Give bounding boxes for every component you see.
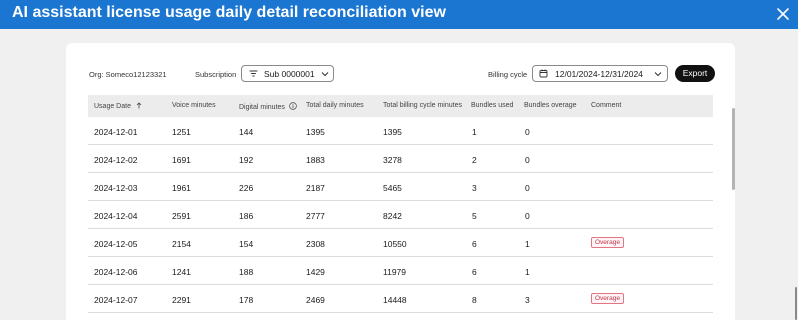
table-scrollbar[interactable] xyxy=(732,108,735,190)
table-row: 2024-12-02 1691 192 1883 3278 2 0 xyxy=(88,145,713,173)
cell-usage-date: 2024-12-02 xyxy=(94,155,138,165)
cell-digital-minutes: 188 xyxy=(239,267,254,277)
title-bar: AI assistant license usage daily detail … xyxy=(0,0,798,29)
table-row: 2024-12-03 1961 226 2187 5465 3 0 xyxy=(88,173,713,201)
close-icon[interactable] xyxy=(774,5,792,23)
cell-total-billing-cycle-minutes: 11979 xyxy=(383,267,407,277)
overage-badge: Overage xyxy=(591,237,624,248)
cell-usage-date: 2024-12-03 xyxy=(94,183,138,193)
cell-total-billing-cycle-minutes: 10550 xyxy=(383,239,407,249)
cell-bundles-overage: 0 xyxy=(525,127,530,137)
cell-total-daily-minutes: 2308 xyxy=(306,239,325,249)
subscription-value: Sub 0000001 xyxy=(264,69,315,79)
column-header-voice-minutes: Voice minutes xyxy=(172,102,216,109)
export-button[interactable]: Export xyxy=(675,65,715,82)
cell-bundles-used: 5 xyxy=(472,211,477,221)
cell-bundles-used: 6 xyxy=(472,267,477,277)
cell-total-daily-minutes: 2777 xyxy=(306,211,325,221)
cell-bundles-used: 3 xyxy=(472,183,477,193)
cell-usage-date: 2024-12-06 xyxy=(94,267,138,277)
cell-digital-minutes: 226 xyxy=(239,183,254,193)
cell-bundles-overage: 0 xyxy=(525,155,530,165)
billing-cycle-label: Billing cycle xyxy=(488,70,528,79)
table-row: 2024-12-04 2591 186 2777 8242 5 0 xyxy=(88,201,713,229)
cell-bundles-used: 1 xyxy=(472,127,477,137)
chevron-down-icon xyxy=(321,72,329,77)
billing-cycle-select[interactable]: 12/01/2024-12/31/2024 xyxy=(532,65,668,82)
cell-usage-date: 2024-12-07 xyxy=(94,295,138,305)
cell-total-daily-minutes: 1429 xyxy=(306,267,325,277)
cell-bundles-overage: 1 xyxy=(525,239,530,249)
cell-usage-date: 2024-12-05 xyxy=(94,239,138,249)
cell-bundles-overage: 0 xyxy=(525,183,530,193)
cell-bundles-overage: 1 xyxy=(525,267,530,277)
table-row: 2024-12-07 2291 178 2469 14448 8 3 Overa… xyxy=(88,285,713,313)
calendar-icon xyxy=(539,69,548,78)
cell-total-daily-minutes: 1395 xyxy=(306,127,325,137)
cell-bundles-overage: 3 xyxy=(525,295,530,305)
column-header-bundles-used: Bundles used xyxy=(471,102,514,109)
page-scrollbar[interactable] xyxy=(795,287,797,320)
table-row: 2024-12-01 1251 144 1395 1395 1 0 xyxy=(88,117,713,145)
table-row: 2024-12-06 1241 188 1429 11979 6 1 xyxy=(88,257,713,285)
cell-digital-minutes: 144 xyxy=(239,127,254,137)
overage-badge: Overage xyxy=(591,293,624,304)
cell-total-daily-minutes: 2469 xyxy=(306,295,325,305)
table-row: 2024-12-05 2154 154 2308 10550 6 1 Overa… xyxy=(88,229,713,257)
info-icon[interactable] xyxy=(289,102,297,110)
table-header: Usage Date Voice minutes Digital minutes… xyxy=(88,95,713,117)
column-header-comment: Comment xyxy=(591,102,622,109)
column-header-total-daily-minutes: Total daily minutes xyxy=(306,102,364,109)
cell-voice-minutes: 1241 xyxy=(172,267,191,277)
usage-table: Usage Date Voice minutes Digital minutes… xyxy=(88,95,713,313)
subscription-label: Subscription xyxy=(195,70,237,79)
cell-voice-minutes: 1251 xyxy=(172,127,191,137)
cell-voice-minutes: 1961 xyxy=(172,183,191,193)
cell-bundles-used: 8 xyxy=(472,295,477,305)
cell-voice-minutes: 2591 xyxy=(172,211,191,221)
cell-digital-minutes: 178 xyxy=(239,295,254,305)
cell-total-billing-cycle-minutes: 3278 xyxy=(383,155,402,165)
cell-total-billing-cycle-minutes: 1395 xyxy=(383,127,402,137)
billing-cycle-value: 12/01/2024-12/31/2024 xyxy=(555,69,643,79)
column-header-usage-date[interactable]: Usage Date xyxy=(94,102,142,110)
cell-bundles-used: 6 xyxy=(472,239,477,249)
report-card: Org: Someco12123321 Subscription Sub 000… xyxy=(66,43,735,320)
subscription-select[interactable]: Sub 0000001 xyxy=(241,65,334,82)
cell-digital-minutes: 186 xyxy=(239,211,254,221)
column-header-digital-minutes: Digital minutes xyxy=(239,102,297,111)
cell-total-billing-cycle-minutes: 5465 xyxy=(383,183,402,193)
cell-total-daily-minutes: 2187 xyxy=(306,183,325,193)
cell-usage-date: 2024-12-04 xyxy=(94,211,138,221)
chevron-down-icon xyxy=(654,72,662,77)
cell-digital-minutes: 154 xyxy=(239,239,254,249)
cell-total-billing-cycle-minutes: 14448 xyxy=(383,295,407,305)
cell-bundles-used: 2 xyxy=(472,155,477,165)
cell-voice-minutes: 2154 xyxy=(172,239,191,249)
sort-ascending-icon xyxy=(136,102,142,109)
page-title: AI assistant license usage daily detail … xyxy=(12,4,446,21)
cell-voice-minutes: 2291 xyxy=(172,295,191,305)
column-header-total-billing-cycle-minutes: Total billing cycle minutes xyxy=(383,102,462,109)
org-label: Org: Someco12123321 xyxy=(89,70,167,79)
cell-usage-date: 2024-12-01 xyxy=(94,127,138,137)
cell-voice-minutes: 1691 xyxy=(172,155,191,165)
cell-bundles-overage: 0 xyxy=(525,211,530,221)
cell-total-daily-minutes: 1883 xyxy=(306,155,325,165)
column-header-bundles-overage: Bundles overage xyxy=(524,102,577,109)
cell-digital-minutes: 192 xyxy=(239,155,254,165)
filter-icon xyxy=(249,70,258,77)
cell-total-billing-cycle-minutes: 8242 xyxy=(383,211,402,221)
